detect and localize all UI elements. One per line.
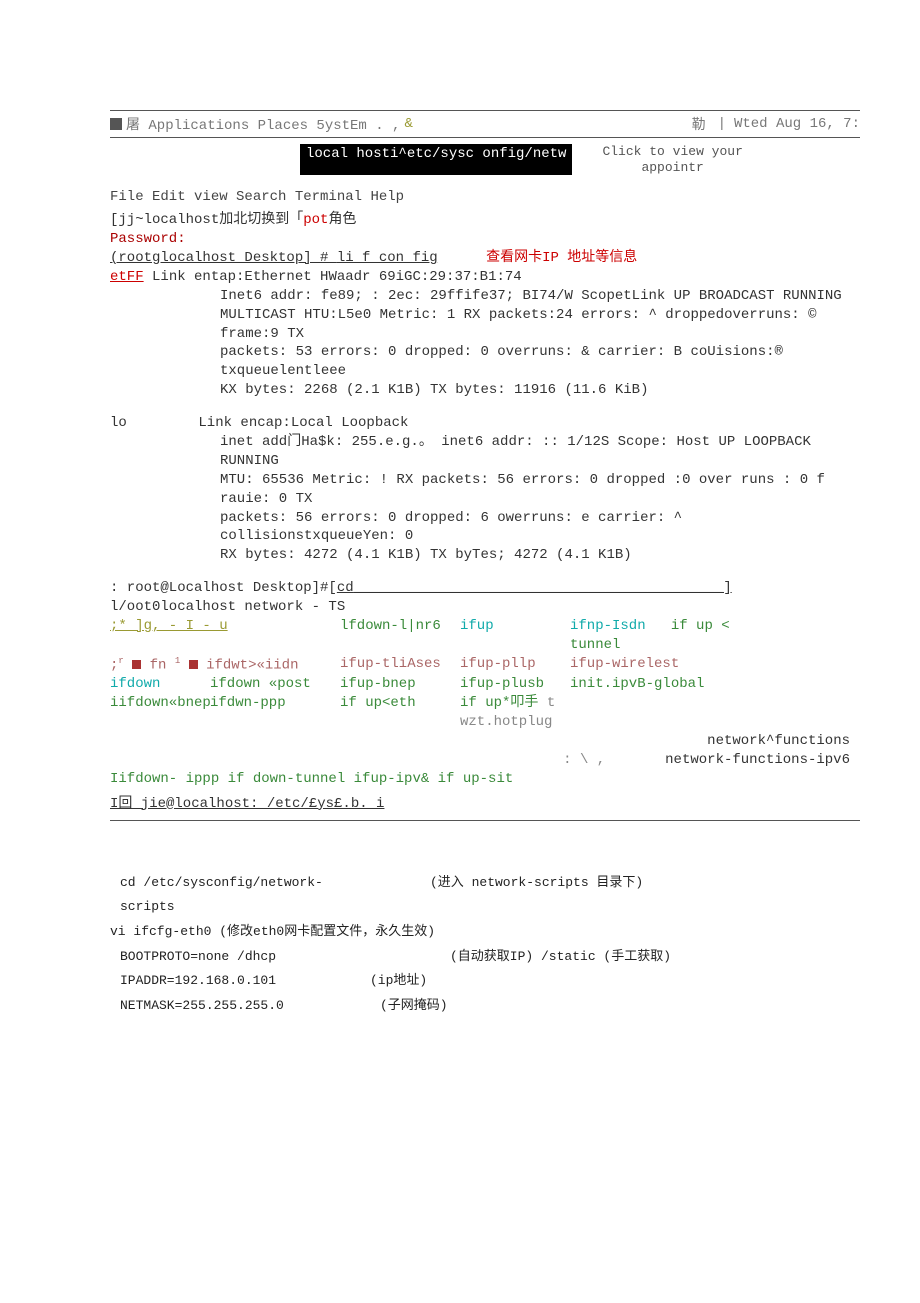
r2c1b: fn <box>150 657 175 673</box>
file-row-4: iifdown«bnep ifdwn-ppp if up<eth if up*叩… <box>110 694 860 732</box>
note2: vi ifcfg-eth0 (修改eth0网卡配置文件，永久生效) <box>110 920 860 945</box>
topbar-sep: | <box>718 116 726 132</box>
r2c1c: ifdwt>«iidn <box>206 657 298 673</box>
r3c1: ifdown <box>110 675 210 694</box>
nf-sep: : \ , <box>563 751 605 770</box>
lo-line1: inet add门Ha$k: 255.e.g.。 inet6 addr: :: … <box>220 433 860 471</box>
r4c2: ifdwn-ppp <box>210 694 340 732</box>
appoint-line1: Click to view your <box>602 144 742 160</box>
lo-line2: MTU: 65536 Metric: ! RX packets: 56 erro… <box>220 471 860 509</box>
r3c2: ifdown «post <box>210 675 340 694</box>
ls-line: l/oot0localhost network - TS <box>110 598 860 617</box>
eth-line3: packets: 53 errors: 0 dropped: 0 overrun… <box>220 343 860 381</box>
eth-line1: Inet6 addr: fe89; : 2ec: 29ffife37; BI74… <box>220 287 860 306</box>
file-row-1: ;* ]g, - I - u lfdown-l|nr6 ifup ifnp-Is… <box>110 617 860 655</box>
r3c4: ifup-plusb <box>460 675 570 694</box>
lo-label: lo <box>110 414 190 433</box>
net-func2: network-functions-ipv6 <box>665 751 860 770</box>
topbar-left: 屠 Applications Places 5ystEm . , <box>126 114 400 134</box>
cd-underline: ________________________________________… <box>354 580 732 596</box>
green-last-line: Iifdown- ippp if down-tunnel ifup-ipv& i… <box>110 770 860 789</box>
r2c3: ifup-pllp <box>460 655 570 676</box>
cd-prefix: : root@Localhost Desktop]#[ <box>110 580 337 596</box>
topbar-right1: 勒 <box>692 114 706 134</box>
password-prompt: Password: <box>110 230 860 249</box>
ifconfig-cmd: li f con fig <box>337 250 438 266</box>
r3c3: ifup-bnep <box>340 675 460 694</box>
etff-label: etFF <box>110 269 144 285</box>
r1c2: lfdown-l|nr6 <box>340 617 460 655</box>
r4c3: if up<eth <box>340 694 460 732</box>
jj-prefix: [jj~localhost加北切换到「 <box>110 212 303 228</box>
top-menu-bar: 屠 Applications Places 5ystEm . , & 勒 | W… <box>110 110 860 138</box>
r4c1: iifdown«bnep <box>110 694 210 732</box>
lo-head: Link encap:Local Loopback <box>198 415 408 431</box>
cd-cmd: cd <box>337 580 354 596</box>
square-icon <box>189 660 198 669</box>
file-row-3: ifdown ifdown «post ifup-bnep ifup-plusb… <box>110 675 860 694</box>
ifconfig-note: 查看网卡IP 地址等信息 <box>486 250 637 266</box>
annotation-notes: cd /etc/sysconfig/network-scripts (进入 ne… <box>110 871 860 1019</box>
terminal-output: [jj~localhost加北切换到「pot角色 Password: (root… <box>110 211 860 820</box>
note3a: BOOTPROTO=none /dhcp <box>120 945 370 970</box>
etff-rest: Link entap:Ethernet HWaadr 69iGC:29:37:B… <box>144 269 522 285</box>
r2c4: ifup-wirelest <box>570 655 750 676</box>
r2c2: ifup-tliAses <box>340 655 460 676</box>
appoint-line2: appointr <box>602 160 742 176</box>
file-row-2: ;r fn 1 ifdwt>«iidn ifup-tliAses ifup-pl… <box>110 655 860 676</box>
pot-text: pot <box>303 212 328 228</box>
note1b: (进入 network-scripts 目录下) <box>430 871 643 920</box>
jj-suffix: 角色 <box>328 212 356 228</box>
appointment-hint: Click to view your appointr <box>602 144 742 175</box>
r1c3: ifup <box>460 617 570 655</box>
root-prompt: (rootglocalhost Desktop] # <box>110 250 337 266</box>
topbar-date: Wted Aug 16, 7: <box>734 116 860 132</box>
r4c4: if up*叩手 <box>460 695 538 711</box>
r3c5: init.ipvB-global <box>570 675 750 694</box>
square-icon <box>110 118 122 130</box>
square-icon <box>132 660 141 669</box>
net-func1: network^functions <box>707 733 850 749</box>
eth-line2: MULTICAST HTU:L5e0 Metric: 1 RX packets:… <box>220 306 860 344</box>
lo-line3: packets: 56 errors: 0 dropped: 6 owerrun… <box>220 509 860 547</box>
r1c1: ;* ]g, - I - u <box>110 617 340 655</box>
note3b: (自动获取IP) /static (手工获取) <box>450 945 671 970</box>
topbar-amp: & <box>404 116 412 132</box>
window-title: local hosti^etc/sysc onfig/netw <box>300 144 572 175</box>
note5a: NETMASK=255.255.255.0 <box>120 994 370 1019</box>
r1c4: ifnp-Isdn <box>570 618 646 634</box>
bottom-status-line: I回 jie@localhost: /etc/£ys£.b. i <box>110 795 860 814</box>
lo-line4: RX bytes: 4272 (4.1 K1B) TX byTes; 4272 … <box>220 546 860 565</box>
terminal-menu[interactable]: File Edit view Search Terminal Help <box>110 189 860 205</box>
note5b: (子网掩码) <box>380 994 448 1019</box>
note4a: IPADDR=192.168.0.101 <box>120 969 370 994</box>
note4b: (ip地址) <box>370 969 427 994</box>
eth-line4: KX bytes: 2268 (2.1 K1B) TX bytes: 11916… <box>220 381 860 400</box>
note1a: cd /etc/sysconfig/network-scripts <box>120 871 370 920</box>
